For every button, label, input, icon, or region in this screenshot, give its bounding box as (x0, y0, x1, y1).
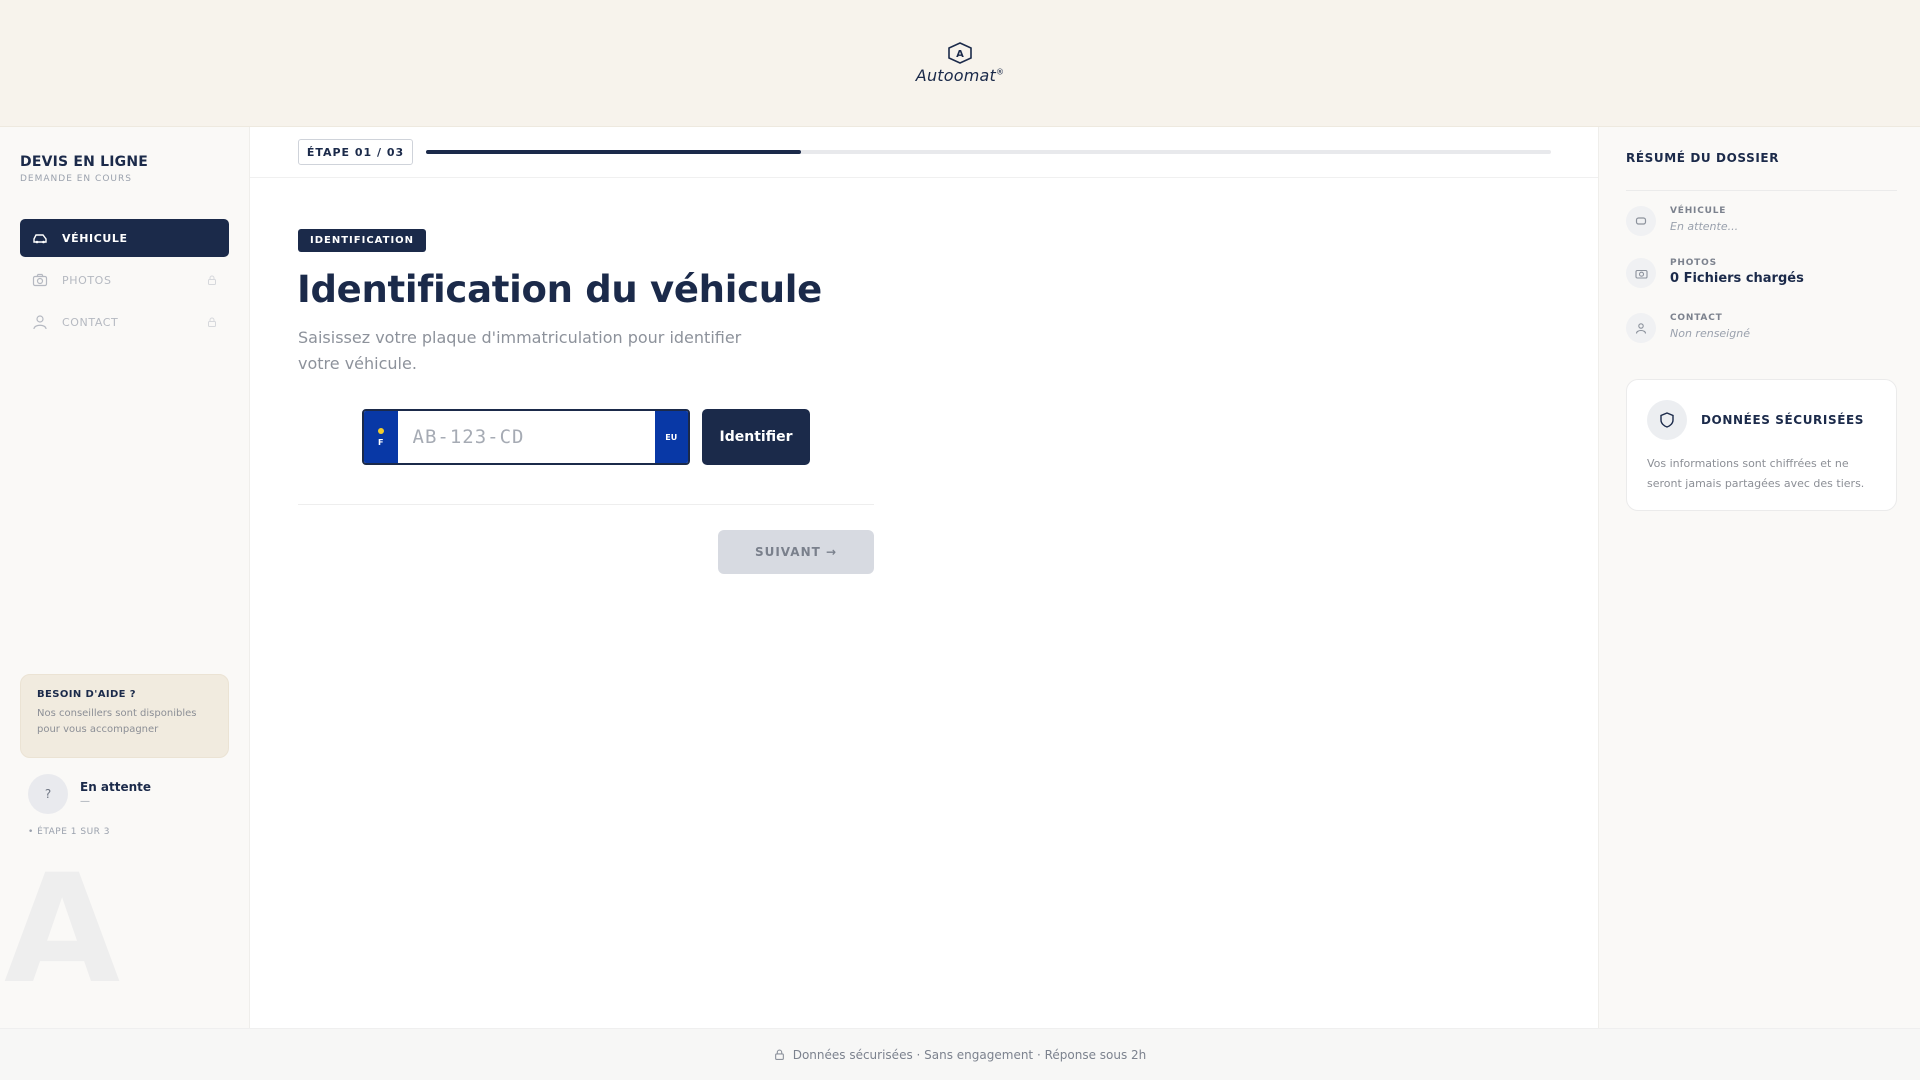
summary-item-contact: CONTACT Non renseigné (1626, 313, 1750, 343)
sidebar-subtitle: DEMANDE EN COURS (20, 174, 132, 184)
plate-country-code: F (378, 437, 384, 447)
summary-title: RÉSUMÉ DU DOSSIER (1626, 151, 1780, 165)
plate-country-band: F (364, 411, 398, 463)
summary-item-photos: PHOTOS 0 Fichiers chargés (1626, 258, 1804, 288)
section-pill: IDENTIFICATION (298, 229, 427, 252)
progress-row: ÉTAPE 01 / 03 (298, 139, 1553, 165)
step-note: • ÉTAPE 1 SUR 3 (28, 827, 111, 837)
avatar: ? (28, 774, 68, 814)
shield-icon (1647, 400, 1687, 440)
status-sub: — (80, 796, 90, 807)
divider (1626, 190, 1897, 191)
summary-sidebar: RÉSUMÉ DU DOSSIER VÉHICULE En attente...… (1598, 127, 1920, 1028)
eu-stars-icon (377, 427, 384, 434)
sidebar-item-contact[interactable]: CONTACT (20, 303, 229, 341)
help-title: BESOIN D'AIDE ? (37, 689, 136, 700)
identify-button[interactable]: Identifier (702, 409, 810, 465)
secure-data-card: DONNÉES SÉCURISÉES Vos informations sont… (1626, 379, 1897, 511)
help-card[interactable]: BESOIN D'AIDE ? Nos conseillers sont dis… (20, 674, 229, 758)
progress-track (426, 150, 1551, 154)
page-title: Identification du véhicule (297, 268, 822, 311)
summary-value: Non renseigné (1670, 327, 1750, 340)
logo-mark-icon: A (948, 41, 972, 64)
summary-label: CONTACT (1670, 313, 1723, 323)
footer-text: Données sécurisées · Sans engagement · R… (792, 1047, 1147, 1062)
license-plate-field[interactable]: F EU (362, 409, 690, 465)
plate-eu-label: EU (665, 432, 678, 442)
car-icon (32, 230, 48, 246)
top-bar: A Autoomat® (0, 0, 1920, 127)
page-lead: Saisissez votre plaque d'immatriculation… (298, 328, 742, 373)
plate-right-band: EU (654, 411, 688, 463)
user-icon (32, 314, 48, 330)
left-sidebar: DEVIS EN LIGNE DEMANDE EN COURS VÉHICULE… (0, 127, 250, 1028)
brand-logo[interactable]: A Autoomat® (915, 41, 1005, 85)
camera-icon (1626, 258, 1656, 288)
lock-icon (208, 275, 216, 285)
user-icon (1626, 313, 1656, 343)
summary-value: 0 Fichiers chargés (1670, 271, 1804, 286)
lock-icon (208, 317, 216, 327)
sidebar-item-label: CONTACT (62, 315, 119, 329)
summary-item-vehicule: VÉHICULE En attente... (1626, 206, 1738, 236)
car-icon (1626, 206, 1656, 236)
progress-fill (426, 150, 801, 154)
lock-icon (774, 1049, 784, 1060)
status-title: En attente (80, 780, 152, 794)
sidebar-item-label: PHOTOS (62, 273, 112, 287)
watermark-letter: A (4, 843, 121, 1017)
logo-mark-letter: A (956, 49, 964, 60)
footer: Données sécurisées · Sans engagement · R… (0, 1028, 1920, 1080)
next-button[interactable]: SUIVANT → (718, 530, 874, 574)
request-status: ? En attente — (28, 774, 151, 814)
camera-icon (32, 272, 48, 288)
divider (250, 177, 1598, 178)
help-text: Nos conseillers sont disponibles pour vo… (37, 708, 197, 735)
summary-value: En attente... (1670, 220, 1739, 233)
secure-text: Vos informations sont chiffrées et ne se… (1647, 457, 1865, 490)
step-nav: VÉHICULE PHOTOS CONTACT (20, 219, 229, 345)
brand-name: Autoomat® (915, 65, 1005, 85)
divider (298, 504, 874, 505)
secure-title: DONNÉES SÉCURISÉES (1701, 413, 1865, 427)
sidebar-item-label: VÉHICULE (62, 231, 128, 245)
summary-label: PHOTOS (1670, 258, 1717, 268)
plate-input[interactable] (397, 411, 655, 463)
sidebar-item-vehicule[interactable]: VÉHICULE (20, 219, 229, 257)
sidebar-title: DEVIS EN LIGNE (20, 154, 149, 170)
step-badge: ÉTAPE 01 / 03 (298, 139, 413, 165)
sidebar-item-photos[interactable]: PHOTOS (20, 261, 229, 299)
summary-label: VÉHICULE (1670, 206, 1727, 216)
